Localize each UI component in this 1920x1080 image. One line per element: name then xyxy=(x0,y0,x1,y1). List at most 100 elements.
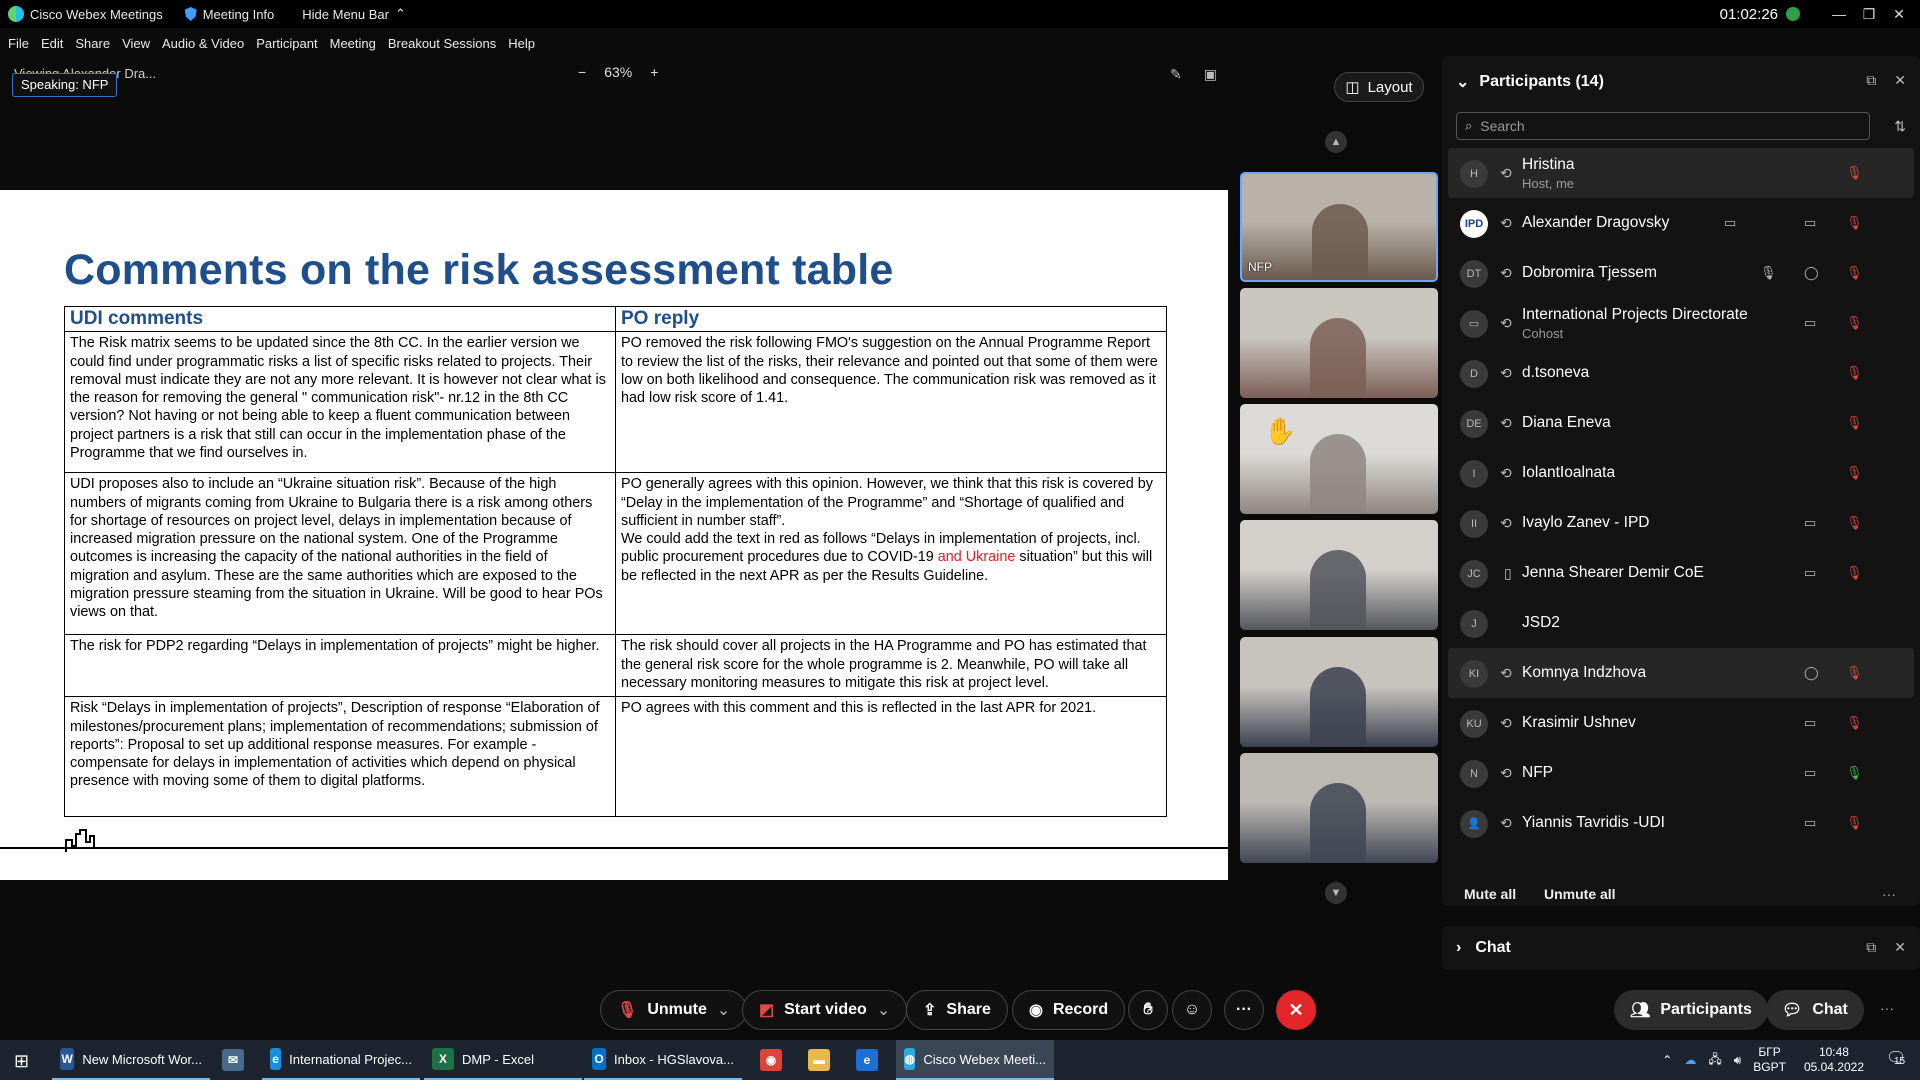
mic-off-icon[interactable]: 🎙︎ xyxy=(1846,165,1863,181)
video-tile[interactable] xyxy=(1240,753,1438,863)
mic-off-icon[interactable]: 🎙︎ xyxy=(1846,665,1863,681)
taskbar-app[interactable]: X DMP - Excel xyxy=(424,1040,582,1080)
chevron-down-icon[interactable]: ⌄ xyxy=(717,1000,730,1020)
menu-edit[interactable]: Edit xyxy=(41,36,63,51)
participant-row[interactable]: 👤 ⟲ Yiannis Tavridis -UDI ▭ 🎙︎ xyxy=(1448,798,1914,848)
taskbar-app[interactable]: ✉ xyxy=(214,1040,258,1080)
mic-muted-by-host-icon[interactable]: 🎙︎ xyxy=(1760,265,1777,281)
menu-audio-video[interactable]: Audio & Video xyxy=(162,36,244,51)
mic-off-icon[interactable]: 🎙︎ xyxy=(1846,365,1863,381)
taskbar-app[interactable]: ▬ xyxy=(800,1040,844,1080)
input-language[interactable]: БГР BGPT xyxy=(1753,1045,1786,1075)
participants-toggle-button[interactable]: 👥︎ Participants xyxy=(1614,990,1768,1030)
hide-menu-bar-button[interactable]: Hide Menu Bar ⌃ xyxy=(302,6,406,22)
mic-off-icon[interactable]: 🎙︎ xyxy=(1846,515,1863,531)
participant-row[interactable]: DE ⟲ Diana Eneva 🎙︎ xyxy=(1448,398,1914,448)
meeting-info-button[interactable]: Meeting Info xyxy=(184,7,274,22)
volume-icon[interactable]: 🔊︎ xyxy=(1734,1053,1742,1068)
sharing-icon[interactable]: ▭ xyxy=(1724,215,1736,231)
mic-off-icon[interactable]: 🎙︎ xyxy=(1846,715,1863,731)
taskbar-app[interactable]: ◉ xyxy=(752,1040,796,1080)
mic-off-icon[interactable]: 🎙︎ xyxy=(1846,465,1863,481)
video-icon[interactable]: ▭ xyxy=(1804,315,1816,331)
chat-icon[interactable]: ◯ xyxy=(1804,265,1819,281)
mic-off-icon[interactable]: 🎙︎ xyxy=(1846,565,1863,581)
restore-button[interactable]: ❐ xyxy=(1854,6,1884,23)
mute-all-button[interactable]: Mute all xyxy=(1464,886,1516,902)
video-tile[interactable] xyxy=(1240,288,1438,398)
mic-off-icon[interactable]: 🎙︎ xyxy=(1846,815,1863,831)
mic-off-icon[interactable]: 🎙︎ xyxy=(1846,415,1863,431)
connection-status-icon[interactable] xyxy=(1786,7,1800,21)
participant-search-input[interactable] xyxy=(1480,118,1841,134)
taskbar-app[interactable]: W New Microsoft Wor... xyxy=(52,1040,210,1080)
video-tile[interactable]: ✋ xyxy=(1240,404,1438,514)
chat-toggle-button[interactable]: 💬︎ Chat xyxy=(1766,990,1864,1030)
sort-icon[interactable]: ⇅ xyxy=(1894,118,1906,135)
menu-breakout-sessions[interactable]: Breakout Sessions xyxy=(388,36,496,51)
video-tile[interactable] xyxy=(1240,637,1438,747)
zoom-out-button[interactable]: − xyxy=(578,64,586,80)
mic-off-icon[interactable]: 🎙︎ xyxy=(1846,315,1863,331)
participant-row[interactable]: KU ⟲ Krasimir Ushnev ▭ 🎙︎ xyxy=(1448,698,1914,748)
video-icon[interactable]: ▭ xyxy=(1804,765,1816,781)
mic-off-icon[interactable]: 🎙︎ xyxy=(1846,215,1863,231)
chat-header[interactable]: › Chat xyxy=(1456,939,1511,957)
fit-screen-icon[interactable]: ▣ xyxy=(1204,66,1217,83)
chevron-down-icon[interactable]: ⌄ xyxy=(877,1000,890,1020)
raise-hand-button[interactable]: ✋︎ xyxy=(1128,990,1168,1030)
reactions-button[interactable]: ☺ xyxy=(1172,990,1212,1030)
video-scroll-up-button[interactable]: ▲ xyxy=(1325,131,1347,153)
taskbar-app[interactable]: e International Projec... xyxy=(262,1040,420,1080)
onedrive-icon[interactable]: ☁ xyxy=(1684,1053,1696,1067)
video-scroll-down-button[interactable]: ▼ xyxy=(1325,882,1347,904)
network-icon[interactable]: 🖧︎ xyxy=(1708,1050,1721,1071)
share-button[interactable]: ⇪ Share xyxy=(906,990,1008,1030)
pop-out-icon[interactable]: ⧉ xyxy=(1866,939,1876,956)
close-icon[interactable]: ✕ xyxy=(1894,72,1906,89)
video-icon[interactable]: ▭ xyxy=(1804,515,1816,531)
menu-file[interactable]: File xyxy=(8,36,29,51)
close-icon[interactable]: ✕ xyxy=(1894,939,1906,956)
participant-row[interactable]: J JSD2 xyxy=(1448,598,1914,648)
video-icon[interactable]: ▭ xyxy=(1804,565,1816,581)
video-tile[interactable]: NFP xyxy=(1240,172,1438,282)
participant-row[interactable]: H ⟲ Hristina Host, me 🎙︎ xyxy=(1448,148,1914,198)
menu-view[interactable]: View xyxy=(122,36,150,51)
participants-header[interactable]: ⌄ Participants (14) xyxy=(1456,72,1604,92)
more-controls-button[interactable]: ··· xyxy=(1224,990,1264,1030)
start-video-button[interactable]: ◩ Start video ⌄ xyxy=(742,990,908,1030)
menu-help[interactable]: Help xyxy=(508,36,535,51)
participant-row[interactable]: N ⟲ NFP ▭ 🎙︎ xyxy=(1448,748,1914,798)
taskbar-app[interactable]: ◍ Cisco Webex Meeti... xyxy=(896,1040,1054,1080)
chat-icon[interactable]: ◯ xyxy=(1804,665,1819,681)
pop-out-icon[interactable]: ⧉ xyxy=(1866,72,1876,89)
participant-row[interactable]: JC ▯ Jenna Shearer Demir CoE ▭ 🎙︎ xyxy=(1448,548,1914,598)
windows-start-icon[interactable]: ⊞ xyxy=(14,1051,29,1072)
chevron-up-icon[interactable]: ⌃ xyxy=(1662,1053,1672,1067)
minimize-button[interactable]: — xyxy=(1824,6,1854,22)
layout-button[interactable]: ◫ Layout xyxy=(1334,72,1424,102)
menu-meeting[interactable]: Meeting xyxy=(330,36,376,51)
more-options-button[interactable]: ··· xyxy=(1882,886,1896,902)
participant-row[interactable]: D ⟲ d.tsoneva 🎙︎ xyxy=(1448,348,1914,398)
video-icon[interactable]: ▭ xyxy=(1804,715,1816,731)
close-window-button[interactable]: ✕ xyxy=(1884,6,1914,23)
video-tile[interactable] xyxy=(1240,520,1438,630)
taskbar-app[interactable]: O Inbox - HGSlavova... xyxy=(584,1040,742,1080)
leave-meeting-button[interactable]: ✕ xyxy=(1276,990,1316,1030)
participant-row[interactable]: I ⟲ IolantIoalnata 🎙︎ xyxy=(1448,448,1914,498)
zoom-in-button[interactable]: + xyxy=(650,64,658,80)
mic-on-icon[interactable]: 🎙︎ xyxy=(1846,765,1863,781)
record-button[interactable]: ◉ Record xyxy=(1012,990,1126,1030)
mic-off-icon[interactable]: 🎙︎ xyxy=(1846,265,1863,281)
participant-row[interactable]: KI ⟲ Komnya Indzhova ◯ 🎙︎ xyxy=(1448,648,1914,698)
taskbar-app[interactable]: e xyxy=(848,1040,892,1080)
video-icon[interactable]: ▭ xyxy=(1804,215,1816,231)
overflow-menu-icon[interactable]: ··· xyxy=(1880,1000,1894,1016)
clock[interactable]: 10:48 05.04.2022 xyxy=(1804,1045,1864,1075)
annotate-icon[interactable]: ✎ xyxy=(1170,66,1182,83)
unmute-button[interactable]: 🎙︎ Unmute ⌄ xyxy=(600,990,748,1030)
notification-center-button[interactable]: 🗨︎ 15 xyxy=(1886,1048,1910,1072)
participant-row[interactable]: IPD ⟲ Alexander Dragovsky ▭ ▭ 🎙︎ xyxy=(1448,198,1914,248)
